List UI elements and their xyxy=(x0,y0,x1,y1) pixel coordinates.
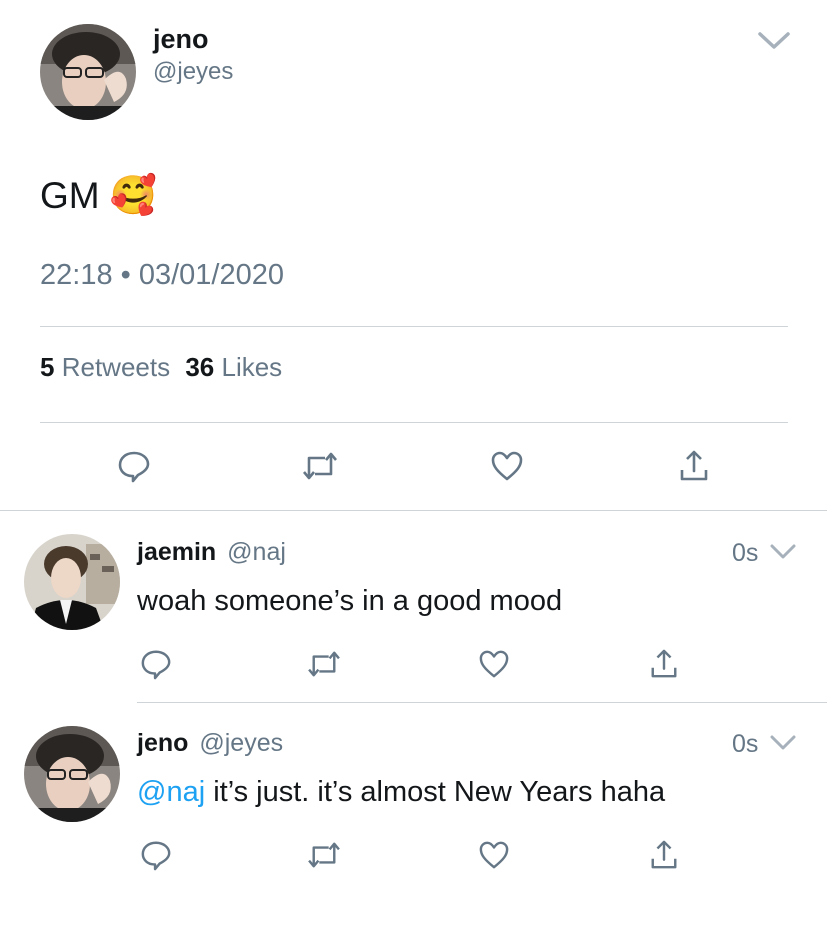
share-icon[interactable] xyxy=(645,645,683,683)
avatar[interactable] xyxy=(24,534,120,630)
author-handle[interactable]: @jeyes xyxy=(153,58,233,86)
retweet-icon[interactable] xyxy=(300,446,340,486)
reply-text: woah someone’s in a good mood xyxy=(137,585,563,617)
reply-icon[interactable] xyxy=(114,446,154,486)
reply-time: 0s xyxy=(732,539,759,567)
chevron-down-icon[interactable] xyxy=(757,31,791,51)
retweets-count: 5 xyxy=(40,352,55,382)
author-name[interactable]: jeno xyxy=(137,729,188,757)
smiling-face-with-hearts-icon: 🥰 xyxy=(109,175,157,217)
divider xyxy=(137,702,827,703)
chevron-down-icon[interactable] xyxy=(770,544,796,560)
section-divider xyxy=(0,510,827,511)
tweet-text-body: GM xyxy=(40,175,100,216)
reply-icon[interactable] xyxy=(137,645,175,683)
reply-text-body: it’s just. it’s almost New Years haha xyxy=(205,776,666,808)
divider xyxy=(40,422,788,423)
avatar[interactable] xyxy=(24,726,120,822)
reply-header: jeno @jeyes xyxy=(137,729,283,758)
retweet-icon[interactable] xyxy=(305,836,343,874)
author-name[interactable]: jaemin xyxy=(137,538,216,566)
avatar[interactable] xyxy=(40,24,136,120)
chevron-down-icon[interactable] xyxy=(770,735,796,751)
mention-link[interactable]: @naj xyxy=(137,776,205,808)
reply-header: jaemin @naj xyxy=(137,538,286,567)
engagement-stats: 5 Retweets 36 Likes xyxy=(40,352,282,383)
like-icon[interactable] xyxy=(475,645,513,683)
retweets-stat[interactable]: 5 Retweets xyxy=(40,352,177,382)
likes-stat[interactable]: 36 Likes xyxy=(185,352,282,382)
like-icon[interactable] xyxy=(487,446,527,486)
share-icon[interactable] xyxy=(645,836,683,874)
tweet-text: GM 🥰 xyxy=(40,174,157,218)
reply-text: @naj it’s just. it’s almost New Years ha… xyxy=(137,776,665,809)
author-name[interactable]: jeno xyxy=(153,24,209,55)
retweet-icon[interactable] xyxy=(305,645,343,683)
likes-count: 36 xyxy=(185,352,215,382)
like-icon[interactable] xyxy=(475,836,513,874)
author-handle[interactable]: @naj xyxy=(227,538,286,566)
divider xyxy=(40,326,788,327)
retweets-label: Retweets xyxy=(61,352,171,382)
share-icon[interactable] xyxy=(674,446,714,486)
reply-icon[interactable] xyxy=(137,836,175,874)
tweet-timestamp: 22:18 • 03/01/2020 xyxy=(40,259,284,291)
author-handle[interactable]: @jeyes xyxy=(199,729,283,757)
reply-time: 0s xyxy=(732,730,759,758)
likes-label: Likes xyxy=(221,352,283,382)
